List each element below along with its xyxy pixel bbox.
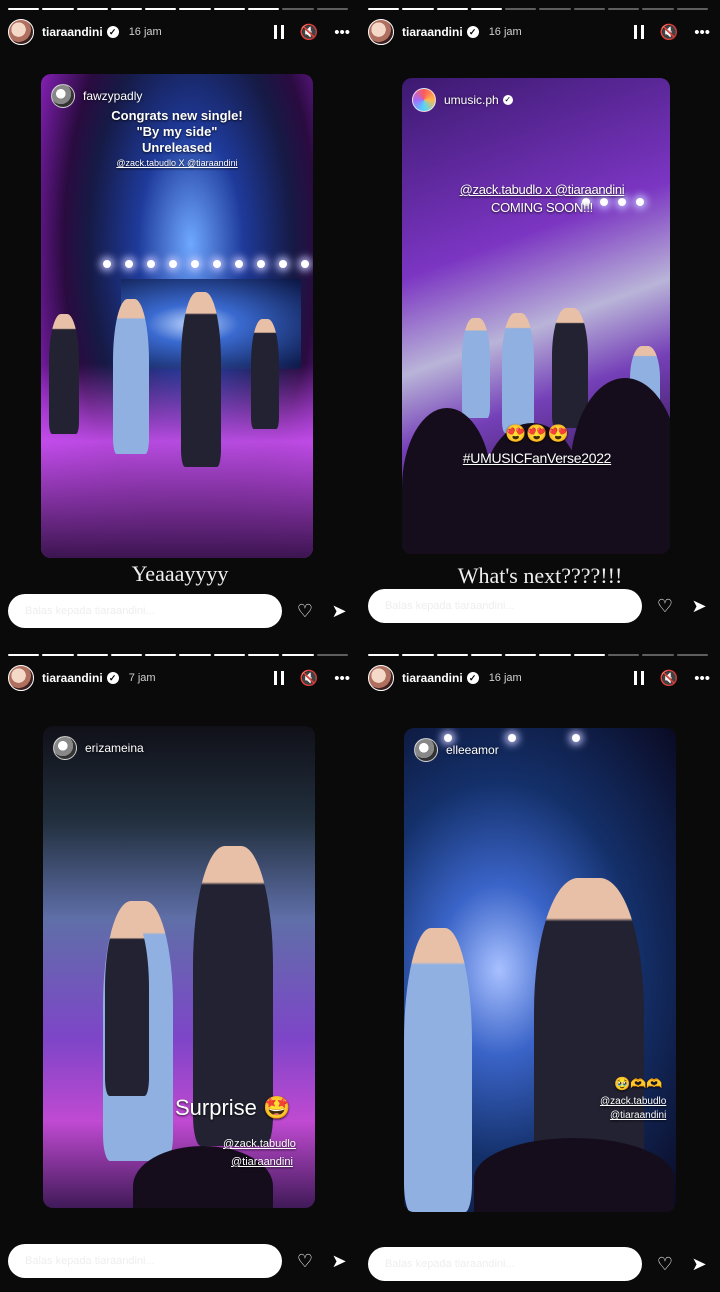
verified-icon: ✓ bbox=[106, 26, 119, 38]
username[interactable]: tiaraandini bbox=[402, 671, 463, 685]
story-author[interactable]: fawzypadly bbox=[51, 84, 142, 108]
reply-input[interactable] bbox=[8, 1244, 282, 1278]
heart-icon[interactable]: ♡ bbox=[654, 596, 676, 617]
story-author[interactable]: umusic.ph ✓ bbox=[412, 88, 513, 112]
story-author[interactable]: elleeamor bbox=[414, 738, 499, 762]
timestamp: 7 jam bbox=[128, 672, 156, 684]
emoji-sticker: 🥹🫶🫶 bbox=[614, 1076, 663, 1091]
mute-icon[interactable]: 🔇 bbox=[660, 25, 679, 40]
emoji-sticker: 😍😍😍 bbox=[505, 424, 569, 443]
story-caption-line: "By my side" bbox=[136, 124, 218, 139]
more-icon[interactable]: ••• bbox=[334, 671, 350, 686]
heart-icon[interactable]: ♡ bbox=[294, 601, 316, 622]
more-icon[interactable]: ••• bbox=[694, 25, 710, 40]
avatar[interactable] bbox=[8, 665, 34, 691]
progress-bar bbox=[8, 654, 348, 656]
avatar[interactable] bbox=[368, 19, 394, 45]
mention-tags[interactable]: @zack.tabudlo x @tiaraandini bbox=[442, 182, 642, 197]
mention-tag[interactable]: @tiaraandini bbox=[231, 1156, 293, 1168]
story-caption-line: Congrats new single! bbox=[111, 108, 243, 123]
story-panel-2: tiaraandini ✓ 16 jam 🔇 ••• umusic.ph ✓ @… bbox=[360, 0, 720, 646]
username[interactable]: tiaraandini bbox=[42, 25, 103, 39]
story-image: fawzypadly Congrats new single! "By my s… bbox=[41, 74, 313, 558]
pause-icon[interactable] bbox=[273, 25, 284, 39]
story-image: erizameina Surprise 🤩 @zack.tabudlo @tia… bbox=[43, 726, 315, 1208]
story-author-name: umusic.ph bbox=[444, 93, 499, 107]
pause-icon[interactable] bbox=[273, 671, 284, 685]
story-image: umusic.ph ✓ @zack.tabudlo x @tiaraandini… bbox=[402, 78, 670, 554]
story-text: Yeaaayyyy bbox=[131, 561, 229, 586]
verified-icon: ✓ bbox=[502, 95, 513, 105]
heart-icon[interactable]: ♡ bbox=[654, 1254, 676, 1275]
verified-icon: ✓ bbox=[466, 672, 479, 684]
more-icon[interactable]: ••• bbox=[334, 25, 350, 40]
story-author-avatar bbox=[53, 736, 77, 760]
story-author-name: erizameina bbox=[85, 741, 144, 755]
story-author-name: elleeamor bbox=[446, 743, 499, 757]
username[interactable]: tiaraandini bbox=[402, 25, 463, 39]
story-author-avatar bbox=[51, 84, 75, 108]
timestamp: 16 jam bbox=[128, 26, 162, 38]
send-icon[interactable]: ➤ bbox=[688, 1254, 710, 1275]
coming-soon-text: COMING SOON!!! bbox=[491, 200, 593, 215]
story-author-avatar bbox=[412, 88, 436, 112]
progress-bar bbox=[368, 8, 708, 10]
avatar[interactable] bbox=[368, 665, 394, 691]
pause-icon[interactable] bbox=[633, 25, 644, 39]
username[interactable]: tiaraandini bbox=[42, 671, 103, 685]
story-text: What's next????!!! bbox=[457, 563, 623, 588]
story-header: tiaraandini ✓ 16 jam 🔇 ••• bbox=[368, 18, 710, 46]
mute-icon[interactable]: 🔇 bbox=[300, 671, 319, 686]
mention-tags[interactable]: @zack.tabudlo X @tiaraandini bbox=[41, 158, 313, 168]
verified-icon: ✓ bbox=[106, 672, 119, 684]
timestamp: 16 jam bbox=[488, 26, 522, 38]
avatar[interactable] bbox=[8, 19, 34, 45]
story-caption-line: Unreleased bbox=[141, 140, 213, 155]
story-image: elleeamor 🥹🫶🫶 @zack.tabudlo @tiaraandini bbox=[404, 728, 676, 1212]
story-author[interactable]: erizameina bbox=[53, 736, 144, 760]
story-panel-1: tiaraandini ✓ 16 jam 🔇 ••• fawzypadly Co… bbox=[0, 0, 360, 646]
reply-input[interactable] bbox=[8, 594, 282, 628]
story-author-name: fawzypadly bbox=[83, 89, 143, 103]
heart-icon[interactable]: ♡ bbox=[294, 1251, 316, 1272]
reply-input[interactable] bbox=[368, 589, 642, 623]
mute-icon[interactable]: 🔇 bbox=[660, 671, 679, 686]
reply-bar: ♡ ➤ bbox=[8, 593, 350, 629]
reply-bar: ♡ ➤ bbox=[368, 588, 710, 624]
send-icon[interactable]: ➤ bbox=[688, 596, 710, 617]
story-header: tiaraandini ✓ 16 jam 🔇 ••• bbox=[368, 664, 710, 692]
reply-input[interactable] bbox=[368, 1247, 642, 1281]
story-panel-3: tiaraandini ✓ 7 jam 🔇 ••• erizameina Sur… bbox=[0, 646, 360, 1292]
mention-tag[interactable]: @zack.tabudlo bbox=[223, 1138, 296, 1150]
story-panel-4: tiaraandini ✓ 16 jam 🔇 ••• elleeamor 🥹🫶🫶… bbox=[360, 646, 720, 1292]
reply-bar: ♡ ➤ bbox=[368, 1246, 710, 1282]
progress-bar bbox=[368, 654, 708, 656]
mention-tag[interactable]: @zack.tabudlo bbox=[600, 1096, 666, 1107]
send-icon[interactable]: ➤ bbox=[328, 1251, 350, 1272]
more-icon[interactable]: ••• bbox=[694, 671, 710, 686]
send-icon[interactable]: ➤ bbox=[328, 601, 350, 622]
progress-bar bbox=[8, 8, 348, 10]
reply-bar: ♡ ➤ bbox=[8, 1243, 350, 1279]
hashtag[interactable]: #UMUSICFanVerse2022 bbox=[402, 450, 670, 466]
pause-icon[interactable] bbox=[633, 671, 644, 685]
story-author-avatar bbox=[414, 738, 438, 762]
verified-icon: ✓ bbox=[466, 26, 479, 38]
story-header: tiaraandini ✓ 7 jam 🔇 ••• bbox=[8, 664, 350, 692]
mention-tag[interactable]: @tiaraandini bbox=[610, 1110, 666, 1121]
surprise-sticker: Surprise 🤩 bbox=[175, 1095, 291, 1120]
mute-icon[interactable]: 🔇 bbox=[300, 25, 319, 40]
story-header: tiaraandini ✓ 16 jam 🔇 ••• bbox=[8, 18, 350, 46]
timestamp: 16 jam bbox=[488, 672, 522, 684]
